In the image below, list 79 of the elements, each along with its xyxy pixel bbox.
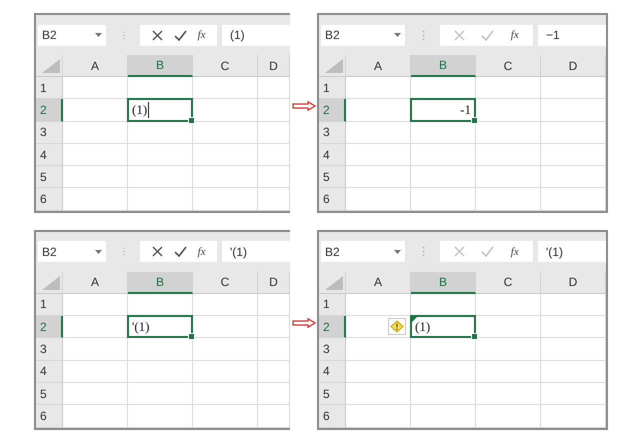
select-all-icon[interactable]	[42, 59, 60, 73]
check-icon[interactable]	[174, 246, 187, 258]
row-header[interactable]: 3	[36, 122, 63, 144]
name-box[interactable]: B2	[38, 24, 106, 46]
column-header[interactable]: C	[476, 55, 541, 77]
insert-function-button[interactable]: fx	[198, 246, 206, 258]
column-header[interactable]: B	[411, 55, 476, 77]
row-header[interactable]: 1	[319, 294, 346, 316]
column-header[interactable]: B	[411, 272, 476, 294]
column-header[interactable]: C	[476, 272, 541, 294]
row-header[interactable]: 4	[36, 144, 63, 166]
row-header[interactable]: 2	[36, 316, 63, 338]
cell-value: '(1)	[132, 318, 150, 335]
cancel-icon[interactable]	[152, 246, 163, 258]
column-header[interactable]: A	[346, 272, 411, 294]
row-header[interactable]: 3	[319, 338, 346, 361]
name-box[interactable]: B2	[321, 241, 405, 262]
row-header[interactable]: 3	[319, 122, 346, 144]
active-cell[interactable]: -1	[410, 98, 476, 122]
row-header[interactable]: 1	[36, 294, 63, 316]
column-header[interactable]: A	[63, 272, 128, 294]
column-header[interactable]: C	[193, 55, 258, 77]
row-header[interactable]: 4	[36, 360, 63, 383]
column-header[interactable]: D	[541, 272, 606, 294]
dropdown-caret-icon[interactable]	[95, 250, 102, 254]
dropdown-caret-icon[interactable]	[95, 33, 102, 37]
check-icon[interactable]	[174, 30, 187, 40]
row-header[interactable]: 5	[36, 382, 63, 406]
row-header[interactable]: 2	[36, 99, 63, 122]
row-header[interactable]: 1	[319, 77, 346, 100]
column-header[interactable]: B	[128, 55, 193, 77]
column-header[interactable]: C	[193, 272, 258, 294]
column-header[interactable]: B	[128, 272, 193, 294]
grip-icon	[422, 30, 425, 40]
select-all-icon[interactable]	[325, 276, 343, 290]
row-header[interactable]: 3	[36, 338, 63, 361]
name-box[interactable]: B2	[38, 241, 106, 262]
row-header[interactable]: 6	[36, 188, 63, 211]
cell-value: (1)	[415, 318, 430, 335]
row-header[interactable]: 4	[319, 360, 346, 383]
column-header[interactable]: D	[541, 55, 606, 77]
check-icon[interactable]	[481, 246, 494, 258]
select-all-icon[interactable]	[42, 276, 60, 290]
insert-function-button[interactable]: fx	[510, 246, 519, 258]
active-cell[interactable]: (1)	[410, 315, 476, 338]
row-header[interactable]: 6	[36, 405, 63, 428]
formula-field[interactable]: '(1)	[222, 241, 290, 262]
row-header[interactable]: 2	[319, 99, 346, 122]
active-cell[interactable]: (1)	[127, 98, 193, 122]
insert-function-button[interactable]: fx	[198, 29, 206, 41]
cell-value: (1)	[132, 102, 150, 118]
column-header[interactable]: A	[63, 55, 128, 77]
cancel-icon[interactable]	[152, 30, 163, 40]
formula-field[interactable]: −1	[538, 24, 606, 46]
dropdown-caret-icon[interactable]	[394, 33, 401, 37]
row-header[interactable]: 5	[319, 382, 346, 406]
select-all-icon[interactable]	[325, 59, 343, 73]
formula-field[interactable]: (1)	[222, 24, 290, 46]
column-header[interactable]: A	[346, 55, 411, 77]
grip-icon	[422, 246, 425, 258]
insert-function-button[interactable]: fx	[510, 29, 519, 41]
row-header[interactable]: 4	[319, 144, 346, 166]
row-header[interactable]: 5	[319, 166, 346, 188]
row-header[interactable]: 6	[319, 405, 346, 428]
column-header[interactable]: D	[258, 272, 290, 294]
active-cell[interactable]: '(1)	[127, 315, 193, 338]
row-header[interactable]: 6	[319, 188, 346, 211]
formula-field[interactable]: '(1)	[538, 241, 606, 262]
dropdown-caret-icon[interactable]	[394, 250, 401, 254]
arrow-icon	[292, 318, 316, 328]
row-header[interactable]: 1	[36, 77, 63, 100]
cell-value: -1	[460, 102, 471, 118]
row-header[interactable]: 2	[319, 316, 346, 338]
name-box[interactable]: B2	[321, 24, 405, 46]
arrow-icon	[292, 101, 316, 111]
row-header[interactable]: 5	[36, 166, 63, 188]
check-icon[interactable]	[481, 30, 494, 40]
warning-icon[interactable]	[388, 318, 406, 336]
column-header[interactable]: D	[258, 55, 290, 77]
